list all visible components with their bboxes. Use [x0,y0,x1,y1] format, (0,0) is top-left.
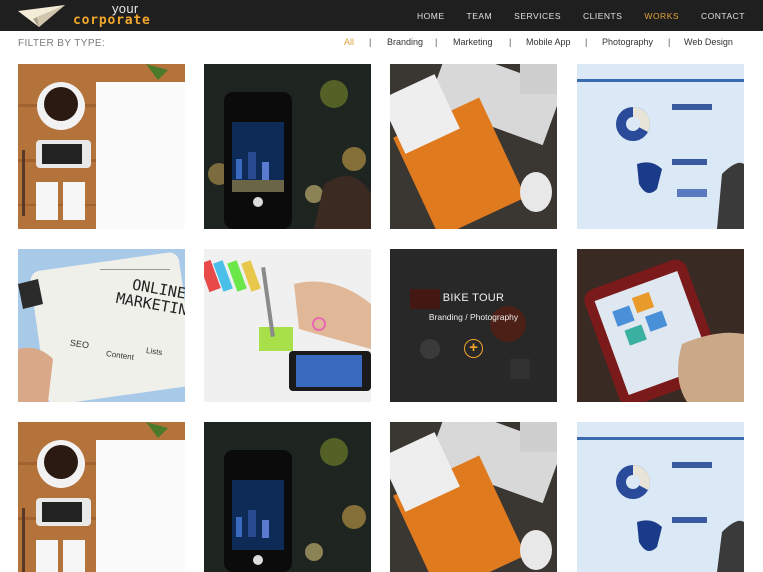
nav-works[interactable]: WORKS [644,11,679,21]
keyboard-notebook-image [390,64,557,229]
filter-separator: | [668,37,671,47]
filter-mobile-app[interactable]: Mobile App [526,37,571,47]
nav-team[interactable]: TEAM [467,11,493,21]
portfolio-item-phone-camera[interactable] [204,64,371,229]
filter-photography[interactable]: Photography [602,37,653,47]
mobile-app-image [577,249,744,402]
dashboard-tablet-image [577,422,744,572]
portfolio-item-mobile-app[interactable] [577,249,744,402]
item-categories: Branding / Photography [428,312,519,322]
filter-web-design[interactable]: Web Design [684,37,733,47]
phone-camera-image [204,422,371,572]
filter-branding[interactable]: Branding [387,37,423,47]
portfolio-item-dashboard-tablet[interactable] [577,64,744,229]
dashboard-tablet-image [577,64,744,229]
filter-options: All | Branding | Marketing | Mobile App … [340,37,745,51]
paper-plane-icon [18,5,65,27]
sketching-image [204,249,371,402]
portfolio-item-phone-camera[interactable] [204,422,371,572]
portfolio-item-sketching[interactable] [204,249,371,402]
coffee-desk-image [18,64,185,229]
filter-separator: | [509,37,512,47]
filter-separator: | [585,37,588,47]
logo-text-corporate: corporate [73,13,151,28]
filter-separator: | [435,37,438,47]
portfolio-item-dashboard-tablet[interactable] [577,422,744,572]
portfolio-item-keyboard-notebook[interactable] [390,64,557,229]
keyboard-notebook-image [390,422,557,572]
main-nav: HOME TEAM SERVICES CLIENTS WORKS CONTACT [395,0,745,31]
portfolio-item-online-marketing[interactable]: ONLINE MARKETING SEO Content Lists [18,249,185,402]
portfolio-item-bike-tour[interactable]: BIKE TOUR Branding / Photography + [390,249,557,402]
brand-logo[interactable]: your corporate [17,2,150,29]
filter-separator: | [369,37,372,47]
nav-services[interactable]: SERVICES [514,11,561,21]
portfolio-item-keyboard-notebook[interactable] [390,422,557,572]
filter-label: FILTER BY TYPE: [18,38,106,49]
hover-overlay: BIKE TOUR Branding / Photography + [390,249,557,402]
top-navbar: your corporate HOME TEAM SERVICES CLIENT… [0,0,763,31]
coffee-desk-image [18,422,185,572]
nav-home[interactable]: HOME [417,11,445,21]
plus-icon[interactable]: + [464,339,483,358]
filter-all[interactable]: All [344,37,354,47]
portfolio-item-coffee-desk[interactable] [18,64,185,229]
filter-marketing[interactable]: Marketing [453,37,493,47]
phone-camera-image [204,64,371,229]
online-marketing-image [18,249,185,402]
nav-clients[interactable]: CLIENTS [583,11,622,21]
nav-contact[interactable]: CONTACT [701,11,745,21]
portfolio-item-coffee-desk[interactable] [18,422,185,572]
item-title[interactable]: BIKE TOUR [443,292,505,304]
